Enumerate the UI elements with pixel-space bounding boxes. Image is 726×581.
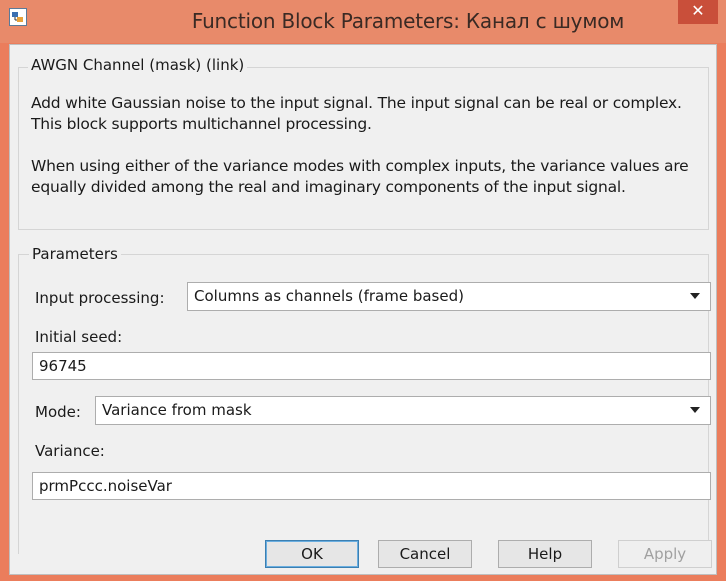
parameters-group-title: Parameters (29, 245, 121, 263)
close-button[interactable]: ✕ (678, 0, 718, 24)
mask-group-title: AWGN Channel (mask) (link) (28, 56, 248, 74)
title-bar[interactable]: Function Block Parameters: Канал с шумом… (0, 0, 726, 43)
cancel-button[interactable]: Cancel (378, 540, 472, 568)
mode-value: Variance from mask (102, 401, 252, 419)
variance-label: Variance: (35, 442, 105, 460)
mask-description-group (18, 67, 709, 230)
initial-seed-input[interactable]: 96745 (32, 352, 711, 380)
input-processing-value: Columns as channels (frame based) (194, 287, 464, 305)
mask-description-1: Add white Gaussian noise to the input si… (31, 94, 682, 133)
input-processing-dropdown[interactable]: Columns as channels (frame based) (187, 282, 711, 311)
input-processing-label: Input processing: (35, 289, 165, 307)
initial-seed-label: Initial seed: (35, 328, 123, 346)
dialog-window: Function Block Parameters: Канал с шумом… (0, 0, 726, 581)
help-button[interactable]: Help (498, 540, 592, 568)
window-title: Function Block Parameters: Канал с шумом (191, 9, 625, 33)
mode-dropdown[interactable]: Variance from mask (95, 396, 711, 425)
chevron-down-icon (690, 407, 700, 413)
ok-button[interactable]: OK (265, 540, 359, 568)
mode-label: Mode: (35, 403, 81, 421)
apply-button[interactable]: Apply (618, 540, 712, 568)
mask-description-2: When using either of the variance modes … (31, 157, 689, 196)
chevron-down-icon (690, 293, 700, 299)
variance-input[interactable]: prmPccc.noiseVar (32, 472, 711, 500)
dialog-client-area: AWGN Channel (mask) (link) Add white Gau… (9, 44, 717, 575)
